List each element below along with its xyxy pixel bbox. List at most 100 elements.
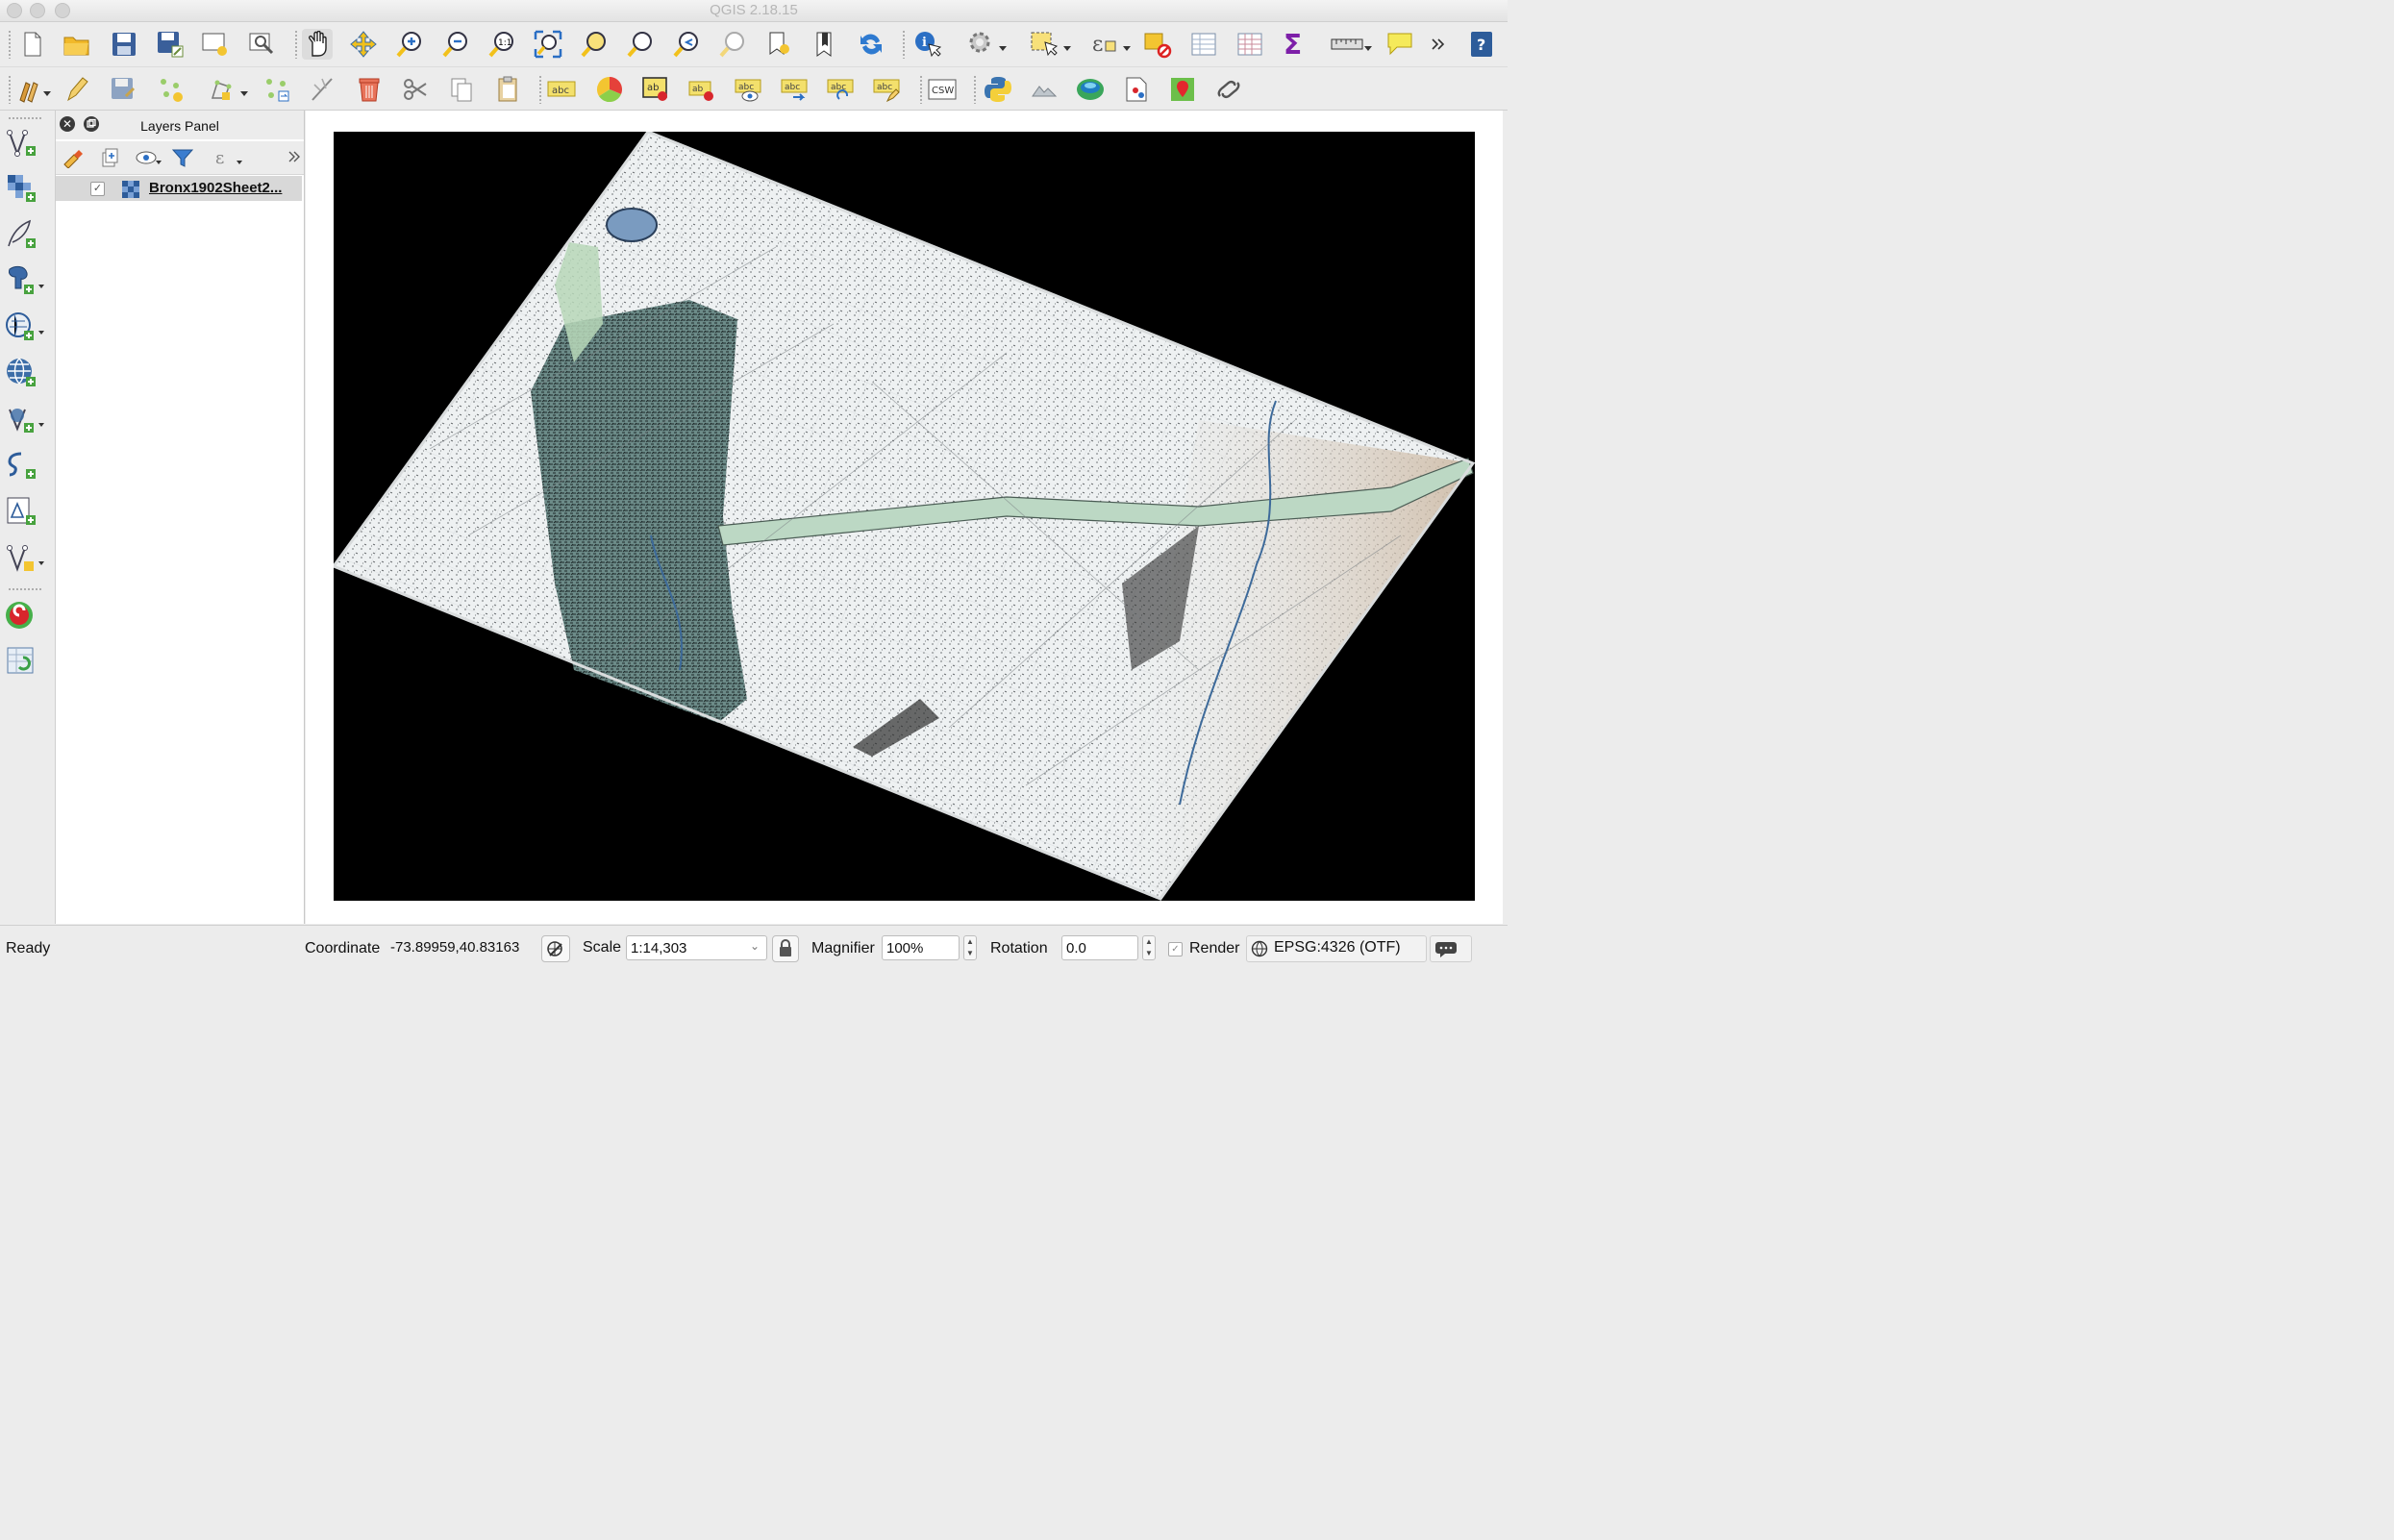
delete-selected-icon[interactable]	[354, 74, 385, 105]
open-project-icon[interactable]	[62, 29, 92, 60]
add-feature-icon[interactable]	[156, 74, 187, 105]
add-raster-layer-icon[interactable]	[4, 170, 46, 207]
node-tool-icon[interactable]	[262, 74, 292, 105]
save-edits-icon[interactable]	[108, 74, 138, 105]
deselect-all-icon[interactable]	[1142, 29, 1173, 60]
select-features-icon[interactable]	[1027, 29, 1073, 60]
new-temporary-layer-icon[interactable]	[4, 539, 46, 576]
add-delimited-text-icon[interactable]	[4, 216, 46, 253]
add-group-icon[interactable]	[98, 147, 121, 171]
rotation-spinner[interactable]: ▲ ▼	[1142, 935, 1156, 960]
add-wfs-layer-icon[interactable]	[4, 401, 46, 437]
toolbar-grip[interactable]	[919, 75, 923, 104]
new-shapefile-icon[interactable]	[4, 493, 46, 530]
toolbar-grip[interactable]	[8, 30, 12, 59]
save-as-icon[interactable]	[155, 29, 186, 60]
statistical-summary-icon[interactable]: Σ	[1279, 29, 1309, 60]
toolbar-grip[interactable]	[973, 75, 977, 104]
highlight-pinned-labels-icon[interactable]: ab	[686, 74, 717, 105]
composer-manager-icon[interactable]	[246, 29, 277, 60]
lock-scale-icon[interactable]	[772, 935, 799, 962]
map-tips-icon[interactable]	[1384, 29, 1415, 60]
add-virtual-layer-icon[interactable]	[4, 447, 46, 484]
zoom-out-icon[interactable]	[440, 29, 471, 60]
layer-name[interactable]: Bronx1902Sheet2...	[149, 180, 282, 196]
zoom-last-icon[interactable]	[671, 29, 702, 60]
magnifier-spinner[interactable]: ▲ ▼	[963, 935, 977, 960]
rotation-field[interactable]: 0.0	[1061, 935, 1138, 960]
metasearch-icon[interactable]: CSW	[927, 74, 958, 105]
toolbar-grip[interactable]	[8, 116, 42, 120]
crs-button[interactable]: EPSG:4326 (OTF)	[1246, 935, 1427, 962]
move-feature-icon[interactable]	[208, 74, 252, 105]
panel-overflow-button[interactable]	[287, 149, 302, 167]
layer-labeling-icon[interactable]: abc	[546, 74, 577, 105]
refresh-table-icon[interactable]	[4, 643, 46, 680]
zoom-in-icon[interactable]	[394, 29, 425, 60]
messages-button[interactable]	[1430, 935, 1472, 962]
help-icon[interactable]: ?	[1466, 29, 1497, 60]
scale-combobox[interactable]: 1:14,303	[626, 935, 767, 960]
identify-icon[interactable]: i	[911, 29, 942, 60]
style-icon[interactable]	[62, 147, 85, 171]
move-label-icon[interactable]: abc	[779, 74, 810, 105]
raster-plugin-icon[interactable]	[4, 597, 46, 633]
rotate-label-icon[interactable]: abc	[825, 74, 856, 105]
measure-icon[interactable]	[1329, 29, 1375, 60]
filter-expression-icon[interactable]: ε	[213, 147, 248, 171]
add-postgis-layer-icon[interactable]	[4, 262, 46, 299]
zoom-next-icon[interactable]	[717, 29, 748, 60]
add-vector-layer-icon[interactable]	[4, 124, 46, 161]
toggle-editing-icon[interactable]	[62, 74, 92, 105]
run-action-icon[interactable]	[965, 29, 1008, 60]
magnifier-field[interactable]: 100%	[882, 935, 960, 960]
new-project-icon[interactable]	[17, 29, 48, 60]
render-checkbox[interactable]: ✓	[1168, 942, 1183, 956]
save-project-icon[interactable]	[109, 29, 139, 60]
globe-icon[interactable]	[1075, 74, 1106, 105]
toolbar-grip[interactable]	[538, 75, 542, 104]
coordinate-field[interactable]: -73.89959,40.83163	[387, 935, 536, 960]
layer-item[interactable]: ✓ Bronx1902Sheet2...	[56, 176, 302, 201]
digitize-icon[interactable]	[308, 74, 338, 105]
pin-labels-icon[interactable]: ab	[640, 74, 671, 105]
cut-features-icon[interactable]	[400, 74, 431, 105]
plugin-red-pin-icon[interactable]	[1167, 74, 1198, 105]
select-by-expression-icon[interactable]: ε	[1086, 29, 1133, 60]
map-canvas[interactable]	[334, 132, 1475, 901]
add-wms-layer-icon[interactable]	[4, 355, 46, 391]
change-label-icon[interactable]: abc	[871, 74, 902, 105]
paste-features-icon[interactable]	[492, 74, 523, 105]
diagram-options-icon[interactable]	[594, 74, 625, 105]
python-console-icon[interactable]	[983, 74, 1013, 105]
layer-visibility-checkbox[interactable]: ✓	[90, 182, 105, 196]
toolbar-grip[interactable]	[8, 587, 42, 591]
toggle-extents-button[interactable]	[541, 935, 570, 962]
current-edits-icon[interactable]	[15, 74, 54, 105]
plugin-link-icon[interactable]	[1213, 74, 1244, 105]
zoom-full-icon[interactable]	[533, 29, 563, 60]
field-calculator-icon[interactable]	[1234, 29, 1265, 60]
new-print-composer-icon[interactable]	[200, 29, 231, 60]
toolbar-grip[interactable]	[294, 30, 298, 59]
zoom-to-selection-icon[interactable]	[579, 29, 610, 60]
toolbar-grip[interactable]	[902, 30, 906, 59]
georeferencer-icon[interactable]	[1029, 74, 1060, 105]
manage-visibility-icon[interactable]	[135, 147, 162, 171]
print-atlas-icon[interactable]	[1121, 74, 1152, 105]
show-hide-labels-icon[interactable]: abc	[733, 74, 763, 105]
filter-legend-icon[interactable]	[171, 147, 194, 171]
zoom-native-icon[interactable]: 1:1	[486, 29, 517, 60]
zoom-to-layer-icon[interactable]	[625, 29, 656, 60]
refresh-icon[interactable]	[856, 29, 886, 60]
chevron-down-icon[interactable]: ⌄	[750, 939, 760, 953]
toolbar-grip[interactable]	[8, 75, 12, 104]
add-spatialite-layer-icon[interactable]	[4, 309, 46, 345]
new-bookmark-icon[interactable]	[763, 29, 794, 60]
toolbar-overflow-button[interactable]	[1425, 29, 1452, 60]
copy-features-icon[interactable]	[446, 74, 477, 105]
pan-to-selection-icon[interactable]	[348, 29, 379, 60]
pan-icon[interactable]	[302, 29, 333, 60]
attribute-table-icon[interactable]	[1188, 29, 1219, 60]
show-bookmarks-icon[interactable]	[810, 29, 840, 60]
